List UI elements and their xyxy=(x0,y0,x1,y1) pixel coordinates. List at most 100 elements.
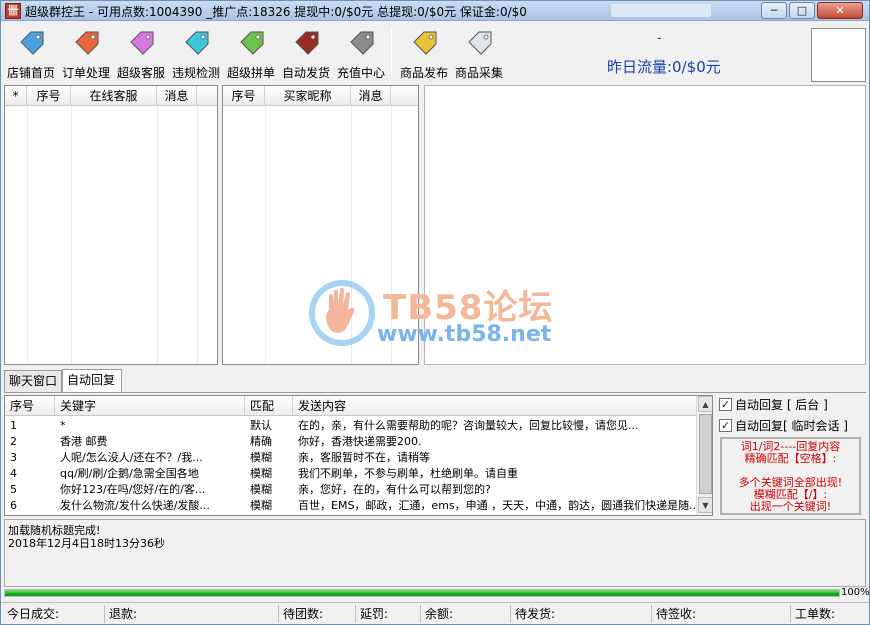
column-header-match[interactable]: 匹配 xyxy=(245,396,293,416)
tag-icon xyxy=(185,31,209,55)
toolbar-order-button[interactable]: 订单处理 xyxy=(58,26,114,82)
column-header-number[interactable]: 序号 xyxy=(5,396,55,416)
toolbar-label: 超级拼单 xyxy=(226,66,275,80)
yesterday-traffic: 昨日流量:0/$0元 xyxy=(607,58,721,76)
cell-keyword: 你好123/在吗/您好/在的/客... xyxy=(60,483,206,496)
tag-icon xyxy=(75,31,99,55)
toolbar-label: 超级客服 xyxy=(116,66,165,80)
tag-icon xyxy=(240,31,264,55)
hint-line: 精确匹配【空格】: xyxy=(744,453,837,465)
column-header-star[interactable]: * xyxy=(5,86,27,106)
title-bar: 卌 超级群控王 - 可用点数:1004390 _推广点:18326 提现中:0/… xyxy=(1,1,869,21)
toolbar-product-collect-button[interactable]: 商品采集 xyxy=(451,26,507,82)
window-title: 超级群控王 - 可用点数:1004390 _推广点:18326 提现中:0/$0… xyxy=(25,5,527,19)
status-penalty: 延罚: xyxy=(356,605,421,623)
cell-content: 百世，EMS，邮政，汇通，ems，申通 ，天天，中通，韵达，圆通我们快递是随..… xyxy=(298,499,696,512)
cell-content: 你好，香港快递需要200. xyxy=(298,435,422,448)
avatar-box xyxy=(811,28,866,82)
grid-divider xyxy=(71,106,72,364)
toolbar-super-service-button[interactable]: 超级客服 xyxy=(113,26,169,82)
online-service-grid[interactable]: * 序号 在线客服 消息 xyxy=(4,85,218,365)
toolbar-separator xyxy=(391,28,392,78)
toolbar-product-publish-button[interactable]: 商品发布 xyxy=(396,26,452,82)
hint-line: 模糊匹配【/】: xyxy=(753,489,828,501)
cell-number: 1 xyxy=(10,419,17,432)
progress-fill xyxy=(5,590,839,596)
cell-content: 我们不刷单，不参与刷单，杜绝刷单。请自重 xyxy=(298,467,518,480)
column-header-message[interactable]: 消息 xyxy=(157,86,197,106)
column-header-keyword[interactable]: 关键字 xyxy=(55,396,245,416)
maximize-button[interactable]: □ xyxy=(789,2,815,19)
cell-match: 默认 xyxy=(250,419,272,432)
column-header-message[interactable]: 消息 xyxy=(351,86,391,106)
column-header-number[interactable]: 序号 xyxy=(27,86,71,106)
chat-preview-panel[interactable] xyxy=(424,85,866,365)
status-refund: 退款: xyxy=(105,605,279,623)
column-header-online-service[interactable]: 在线客服 xyxy=(71,86,157,106)
toolbar-label: 违规检测 xyxy=(171,66,220,80)
toolbar-label: 自动发货 xyxy=(281,66,330,80)
toolbar: 店铺首页 订单处理 超级客服 违规检测 超级拼单 自动发货 充值中心 商品发布 … xyxy=(1,22,869,84)
app-logo-icon: 卌 xyxy=(5,3,21,19)
scroll-down-arrow-icon[interactable]: ▼ xyxy=(698,497,712,513)
column-header-buyer-nick[interactable]: 买家昵称 xyxy=(265,86,351,106)
hint-line: 多个关键词全部出现! xyxy=(738,477,843,489)
cell-content: 亲，客服暂时不在，请稍等 xyxy=(298,451,430,464)
toolbar-label: 店铺首页 xyxy=(6,66,55,80)
buyer-grid[interactable]: 序号 买家昵称 消息 xyxy=(222,85,419,365)
table-row[interactable]: 3 人呢/怎么没人/还在不？/我... 模糊 亲，客服暂时不在，请稍等 xyxy=(5,450,696,466)
table-row[interactable]: 6 发什么物流/发什么快递/发酸... 模糊 百世，EMS，邮政，汇通，ems，… xyxy=(5,498,696,514)
status-balance: 余额: xyxy=(421,605,511,623)
tag-icon xyxy=(350,31,374,55)
status-today-deals: 今日成交: xyxy=(3,605,105,623)
status-bar: 今日成交: 退款: 待团数: 延罚: 余额: 待发货: 待签收: 工单数: xyxy=(1,602,869,624)
column-header-number[interactable]: 序号 xyxy=(223,86,265,106)
status-to-receive: 待签收: xyxy=(652,605,791,623)
toolbar-auto-ship-button[interactable]: 自动发货 xyxy=(278,26,334,82)
cell-match: 模糊 xyxy=(250,451,272,464)
cell-match: 模糊 xyxy=(250,483,272,496)
grid-divider xyxy=(197,106,198,364)
grid-divider xyxy=(265,106,266,364)
table-row[interactable]: 2 香港 邮费 精确 你好，香港快递需要200. xyxy=(5,434,696,450)
cell-match: 精确 xyxy=(250,435,272,448)
cell-number: 6 xyxy=(10,499,17,512)
scroll-thumb[interactable] xyxy=(699,414,712,494)
grid-divider xyxy=(27,106,28,364)
table-row[interactable]: 4 qq/刷/刷/企鹅/急需全国各地 模糊 我们不刷单，不参与刷单，杜绝刷单。请… xyxy=(5,466,696,482)
auto-reply-table[interactable]: 序号 关键字 匹配 发送内容 1 * 默认 在的，亲，有什么需要帮助的呢？咨询量… xyxy=(4,395,713,516)
table-row[interactable]: 5 你好123/在吗/您好/在的/客... 模糊 亲，您好，在的，有什么可以帮到… xyxy=(5,482,696,498)
cell-number: 2 xyxy=(10,435,17,448)
keyword-hint-box: 词1/词2----回复内容 精确匹配【空格】: 多个关键词全部出现! 模糊匹配【… xyxy=(720,437,861,515)
close-button[interactable]: ✕ xyxy=(817,2,863,19)
status-tickets: 工单数: xyxy=(795,607,836,621)
hint-line: 出现一个关键词! xyxy=(749,501,832,513)
scroll-up-arrow-icon[interactable]: ▲ xyxy=(698,396,712,412)
cell-content: 在的，亲，有什么需要帮助的呢？咨询量较大，回复比较慢，请您见... xyxy=(298,419,639,432)
cell-match: 模糊 xyxy=(250,499,272,512)
toolbar-store-home-button[interactable]: 店铺首页 xyxy=(3,26,59,82)
cell-number: 4 xyxy=(10,467,17,480)
tab-chat-window[interactable]: 聊天窗口 xyxy=(4,370,62,392)
column-header-content[interactable]: 发送内容 xyxy=(293,396,696,416)
grid-divider xyxy=(351,106,352,364)
toolbar-violation-check-button[interactable]: 违规检测 xyxy=(168,26,224,82)
toolbar-recharge-button[interactable]: 充值中心 xyxy=(333,26,389,82)
cell-content: 亲，您好，在的，有什么可以帮到您的? xyxy=(298,483,491,496)
log-panel[interactable]: 加载随机标题完成! 2018年12月4日18时13分36秒 xyxy=(4,519,866,587)
hint-line: 词1/词2----回复内容 xyxy=(740,441,841,453)
tab-auto-reply[interactable]: 自动回复 xyxy=(62,369,122,392)
checkmark-icon[interactable]: ✓ xyxy=(719,419,732,432)
status-pending-group: 待团数: xyxy=(279,605,356,623)
toolbar-group-buy-button[interactable]: 超级拼单 xyxy=(223,26,279,82)
minimize-button[interactable]: ─ xyxy=(761,2,787,19)
checkmark-icon[interactable]: ✓ xyxy=(719,398,732,411)
grid-divider xyxy=(391,106,392,364)
cell-keyword: qq/刷/刷/企鹅/急需全国各地 xyxy=(60,467,199,480)
table-row[interactable]: 1 * 默认 在的，亲，有什么需要帮助的呢？咨询量较大，回复比较慢，请您见... xyxy=(5,418,696,434)
reply-table-scrollbar[interactable]: ▲ ▼ xyxy=(696,396,712,515)
cell-match: 模糊 xyxy=(250,467,272,480)
grid-header: * 序号 在线客服 消息 xyxy=(5,86,217,106)
progress-percent: 100% xyxy=(841,587,870,598)
reply-table-header: 序号 关键字 匹配 发送内容 xyxy=(5,396,696,416)
